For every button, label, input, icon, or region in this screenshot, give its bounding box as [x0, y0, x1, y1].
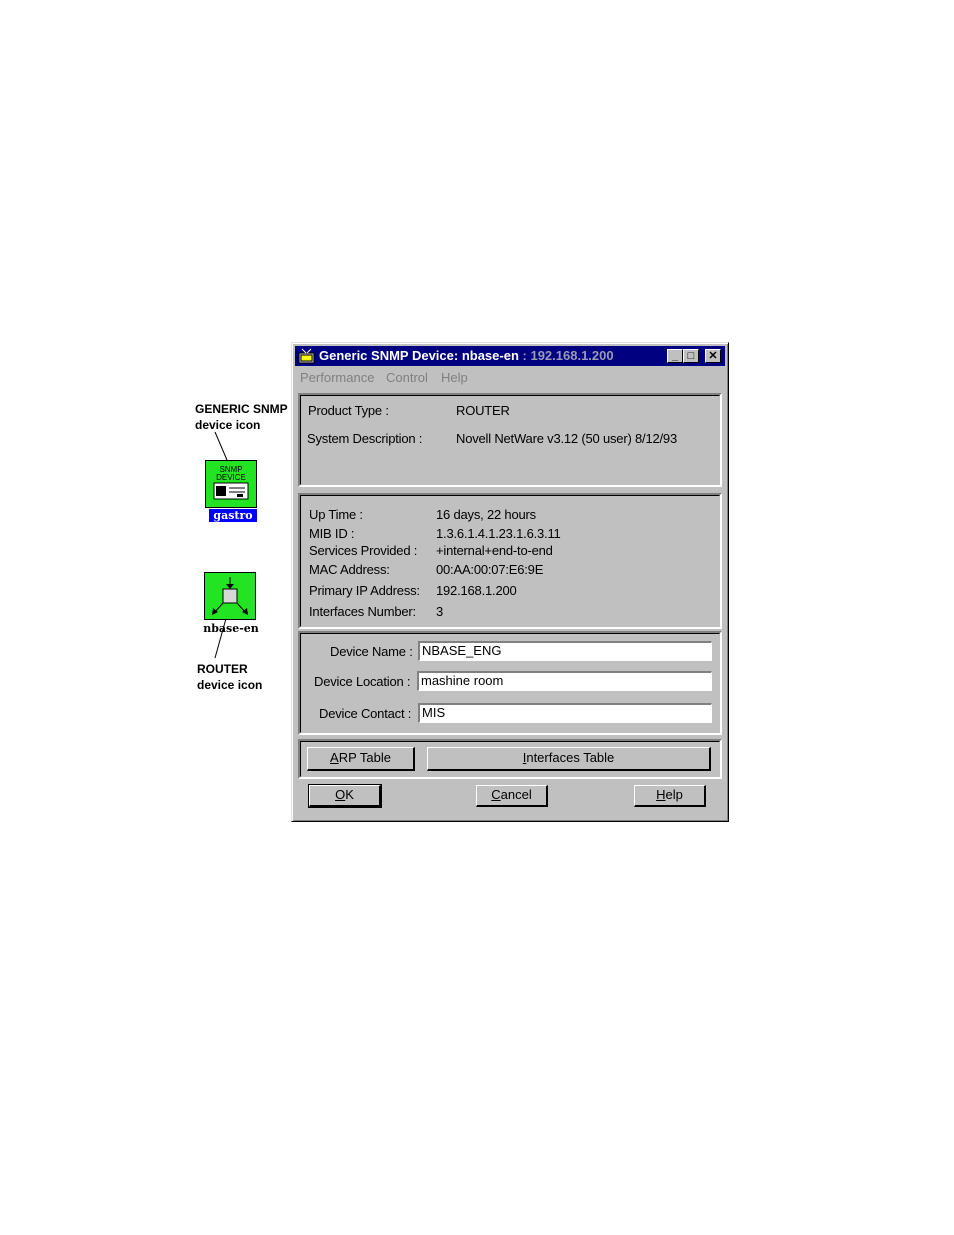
uptime-label: Up Time : [309, 507, 363, 522]
snmp-device-icon-label[interactable]: gastro [209, 509, 257, 522]
snmp-device-icon[interactable]: SNMP DEVICE [205, 460, 257, 508]
device-name-field[interactable]: NBASE_ENG [418, 641, 712, 661]
svg-text:DEVICE: DEVICE [216, 473, 246, 482]
interfaces-table-button[interactable]: Interfaces Table [427, 747, 711, 771]
help-button-label: elp [665, 787, 683, 802]
interfaces-table-button-label: nterfaces Table [526, 750, 615, 765]
title-bar[interactable]: Generic SNMP Device: nbase-en : 192.168.… [295, 346, 725, 366]
router-callout-line1: ROUTER [197, 662, 248, 676]
menu-bar: Performance Control Help [295, 367, 725, 387]
ok-button[interactable]: OK [308, 784, 382, 808]
services-provided-label: Services Provided : [309, 543, 418, 558]
minimize-icon: _ [671, 350, 679, 362]
device-location-label: Device Location : [314, 674, 411, 689]
cancel-button-label: ancel [500, 787, 532, 802]
device-name-label: Device Name : [330, 644, 413, 659]
device-fields-group: Device Name : NBASE_ENG Device Location … [298, 631, 722, 735]
router-device-icon-label[interactable]: nbase-en [196, 622, 266, 635]
window-title-address: : 192.168.1.200 [518, 348, 614, 363]
cancel-button[interactable]: Cancel [476, 785, 548, 807]
arp-table-button-label: RP Table [338, 750, 391, 765]
window-title: Generic SNMP Device: nbase-en : 192.168.… [319, 348, 614, 364]
primary-ip-label: Primary IP Address: [309, 583, 420, 598]
window-title-main: Generic SNMP Device: nbase-en [319, 348, 519, 363]
menu-help[interactable]: Help [441, 370, 468, 385]
app-window-icon [298, 348, 315, 364]
primary-ip-value: 192.168.1.200 [436, 583, 517, 598]
minimize-button[interactable]: _ [667, 349, 683, 363]
mib-id-value: 1.3.6.1.4.1.23.1.6.3.11 [436, 526, 561, 541]
help-button-mnemonic: H [656, 787, 666, 802]
product-type-value: ROUTER [456, 403, 510, 418]
snmp-device-window: Generic SNMP Device: nbase-en : 192.168.… [291, 342, 729, 822]
router-callout-line2: device icon [197, 678, 263, 692]
ok-button-mnemonic: O [335, 787, 346, 802]
cancel-button-mnemonic: C [491, 787, 501, 802]
close-button[interactable]: ✕ [705, 349, 721, 363]
help-button[interactable]: Help [634, 785, 706, 807]
menu-control[interactable]: Control [386, 370, 428, 385]
info-group: Up Time : 16 days, 22 hours MIB ID : 1.3… [298, 493, 722, 629]
system-description-label: System Description : [307, 431, 423, 446]
close-icon: ✕ [708, 350, 718, 362]
uptime-value: 16 days, 22 hours [436, 507, 536, 522]
mib-id-label: MIB ID : [309, 526, 355, 541]
maximize-button[interactable]: □ [683, 349, 699, 363]
arp-table-button[interactable]: ARP Table [307, 747, 415, 771]
snmp-callout-line1: GENERIC SNMP [195, 402, 288, 416]
system-description-value: Novell NetWare v3.12 (50 user) 8/12/93 [456, 431, 677, 446]
services-provided-value: +internal+end-to-end [436, 543, 553, 558]
mac-address-value: 00:AA:00:07:E6:9E [436, 562, 544, 577]
table-buttons-group: ARP Table Interfaces Table [298, 739, 722, 779]
menu-performance[interactable]: Performance [300, 370, 374, 385]
snmp-callout-label: GENERIC SNMP device icon [195, 401, 288, 433]
router-device-icon[interactable] [204, 572, 256, 620]
arp-table-button-mnemonic: A [330, 750, 339, 765]
device-location-field[interactable]: mashine room [417, 671, 712, 691]
product-group: Product Type : ROUTER System Description… [298, 393, 722, 487]
maximize-icon: □ [687, 350, 695, 362]
interfaces-number-value: 3 [436, 604, 444, 619]
mac-address-label: MAC Address: [309, 562, 390, 577]
router-callout-label: ROUTER device icon [197, 661, 262, 693]
product-type-label: Product Type : [308, 403, 389, 418]
device-contact-field[interactable]: MIS [418, 703, 712, 723]
device-contact-label: Device Contact : [319, 706, 412, 721]
ok-button-label: K [345, 787, 354, 802]
interfaces-number-label: Interfaces Number: [309, 604, 416, 619]
